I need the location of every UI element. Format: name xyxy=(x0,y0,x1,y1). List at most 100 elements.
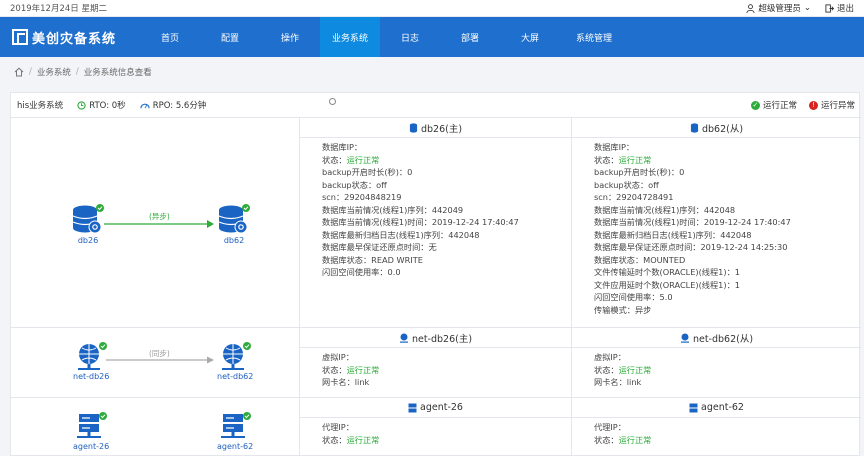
detail-key: 虚拟IP： xyxy=(322,352,354,362)
top-bar: 2019年12月24日 星期二 超级管理员 ⌄ 退出 xyxy=(0,0,864,17)
detail-row: 网卡名：link xyxy=(594,376,839,389)
agent-26-node[interactable]: agent-26 xyxy=(73,412,109,451)
detail-key: 状态： xyxy=(322,364,347,375)
status-value: 运行正常 xyxy=(618,364,652,375)
detail-row: 数据库最新归档日志(线程1)序列：442048 xyxy=(322,229,549,242)
nav-item-operation[interactable]: 操作 xyxy=(260,17,320,57)
rto-indicator: RTO: 0秒 xyxy=(77,99,126,111)
detail-row: 传输模式：异步 xyxy=(594,304,839,317)
db26-node[interactable]: db26 xyxy=(71,204,105,245)
detail-key: 数据库状态： xyxy=(322,254,372,265)
detail-value: MOUNTED xyxy=(643,254,686,265)
agent-26-label: agent-26 xyxy=(73,442,110,451)
rpo-indicator: RPO: 5.6分钟 xyxy=(140,99,207,111)
detail-value: 无 xyxy=(428,242,437,252)
legend-error: ! 运行异常 xyxy=(808,99,855,111)
detail-row: 数据库当前情况(线程1)时间：2019-12-24 17:40:47 xyxy=(322,216,549,229)
net-db26-node[interactable]: net-db26 xyxy=(73,342,109,381)
detail-value: 1 xyxy=(734,279,740,290)
nav-item-business-system[interactable]: 业务系统 xyxy=(320,17,380,57)
server-icon xyxy=(408,403,417,412)
detail-key: 数据库最新归档日志(线程1)序列： xyxy=(322,229,449,240)
detail-key: 数据库最早保证还原点时间： xyxy=(594,242,701,252)
detail-value: link xyxy=(626,377,642,387)
detail-key: 网卡名： xyxy=(594,377,627,387)
user-menu[interactable]: 超级管理员 ⌄ xyxy=(746,2,811,14)
detail-row: backup开启时长(秒)：0 xyxy=(322,166,549,179)
detail-value: 0 xyxy=(407,167,413,177)
legend-error-label: 运行异常 xyxy=(820,101,855,111)
net-db26-label: net-db26 xyxy=(73,372,110,381)
database-icon xyxy=(409,122,418,133)
db62-node[interactable]: db62 xyxy=(217,204,251,245)
db62-label: db62 xyxy=(223,236,245,245)
detail-value: 442048 xyxy=(448,229,480,240)
detail-value: 442048 xyxy=(703,204,736,215)
detail-key: backup开启时长(秒)： xyxy=(594,167,680,177)
net-db62-node[interactable]: net-db62 xyxy=(217,342,253,381)
status-value: 运行正常 xyxy=(618,154,652,165)
detail-value: 442049 xyxy=(431,204,464,215)
detail-row: 网卡名：link xyxy=(322,376,549,389)
check-icon: ✓ xyxy=(750,100,760,110)
detail-key: 数据库状态： xyxy=(594,254,644,265)
nav-item-config[interactable]: 配置 xyxy=(200,17,260,57)
detail-value: link xyxy=(354,377,370,387)
nav-item-deploy[interactable]: 部署 xyxy=(440,17,500,57)
detail-row: 数据库最早保证还原点时间：2019-12-24 14:25:30 xyxy=(594,241,839,254)
detail-key: 闪回空间使用率： xyxy=(322,267,388,277)
detail-key: 数据库当前情况(线程1)序列： xyxy=(322,204,432,215)
agent-62-title-text: agent-62 xyxy=(701,402,744,413)
net-replication-diagram xyxy=(106,356,214,364)
detail-row: 状态：运行正常 xyxy=(594,154,839,167)
main-nav: 美创灾备系统 首页 配置 操作 业务系统 日志 部署 大屏 系统管理 xyxy=(0,17,864,57)
breadcrumb: / 业务系统 / 业务系统信息查看 xyxy=(0,57,864,87)
db26-detail-cell: db26(主) 数据库IP： 状态：运行正常 backup开启时长(秒)：0 back… xyxy=(299,117,571,327)
detail-row: 代理IP： xyxy=(322,421,549,434)
topology-grid: (异步) db26 db62 db26(主) 数据库IP： 状态：运行正常 ba… xyxy=(11,117,861,456)
db62-title-text: db62(从) xyxy=(701,123,744,135)
detail-row: 数据库最新归档日志(线程1)序列：442048 xyxy=(594,229,839,242)
detail-row: backup状态：off xyxy=(322,179,549,192)
agent-26-title-text: agent-26 xyxy=(420,402,463,413)
home-icon[interactable] xyxy=(14,67,24,77)
breadcrumb-separator: / xyxy=(29,67,32,77)
detail-value: 2019-12-24 17:40:47 xyxy=(703,217,791,227)
detail-key: 传输模式： xyxy=(594,304,635,315)
nav-item-bigscreen[interactable]: 大屏 xyxy=(500,17,560,57)
detail-row: 状态：运行正常 xyxy=(594,434,839,447)
detail-key: 虚拟IP： xyxy=(594,352,626,362)
nav-item-home[interactable]: 首页 xyxy=(140,17,200,57)
db26-title-text: db26(主) xyxy=(420,123,463,135)
net-replication-mode: (同步) xyxy=(149,349,170,358)
agent-62-node[interactable]: agent-62 xyxy=(217,412,253,451)
server-icon xyxy=(689,403,698,412)
agent-26-detail-title: agent-26 xyxy=(300,398,571,418)
gauge-icon xyxy=(140,103,150,108)
detail-value: 5.0 xyxy=(659,292,673,302)
detail-key: scn： xyxy=(322,192,345,202)
detail-key: 状态： xyxy=(594,154,619,165)
server-agent-icon xyxy=(221,412,252,438)
legend-ok: ✓ 运行正常 xyxy=(750,99,797,111)
db62-detail-cell: db62(从) 数据库IP： 状态：运行正常 backup开启时长(秒)：0 back… xyxy=(571,117,861,327)
detail-key: 状态： xyxy=(322,154,347,165)
detail-row: 文件传输延时个数(ORACLE)(线程1)：1 xyxy=(594,266,839,279)
brand: 美创灾备系统 xyxy=(0,17,140,57)
rpo-value: RPO: 5.6分钟 xyxy=(152,101,207,111)
detail-row: scn：29204728491 xyxy=(594,191,839,204)
nav-item-log[interactable]: 日志 xyxy=(380,17,440,57)
nav-item-system-management[interactable]: 系统管理 xyxy=(560,17,628,57)
detail-row: 代理IP： xyxy=(594,421,839,434)
breadcrumb-item-business[interactable]: 业务系统 xyxy=(37,66,71,78)
detail-row: 数据库当前情况(线程1)时间：2019-12-24 17:40:47 xyxy=(594,216,839,229)
net-db62-title-text: net-db62(从) xyxy=(692,333,754,345)
detail-value: 0 xyxy=(679,167,685,177)
detail-row: 状态：运行正常 xyxy=(594,364,839,377)
logout-button[interactable]: 退出 xyxy=(825,2,854,14)
agent-26-detail-list: 代理IP： 状态：运行正常 xyxy=(300,418,571,449)
detail-key: backup状态： xyxy=(322,179,377,190)
agent-topology-cell: agent-26 agent-62 xyxy=(11,397,299,456)
detail-key: 数据库最新归档日志(线程1)序列： xyxy=(594,229,721,240)
server-agent-icon xyxy=(77,412,108,438)
